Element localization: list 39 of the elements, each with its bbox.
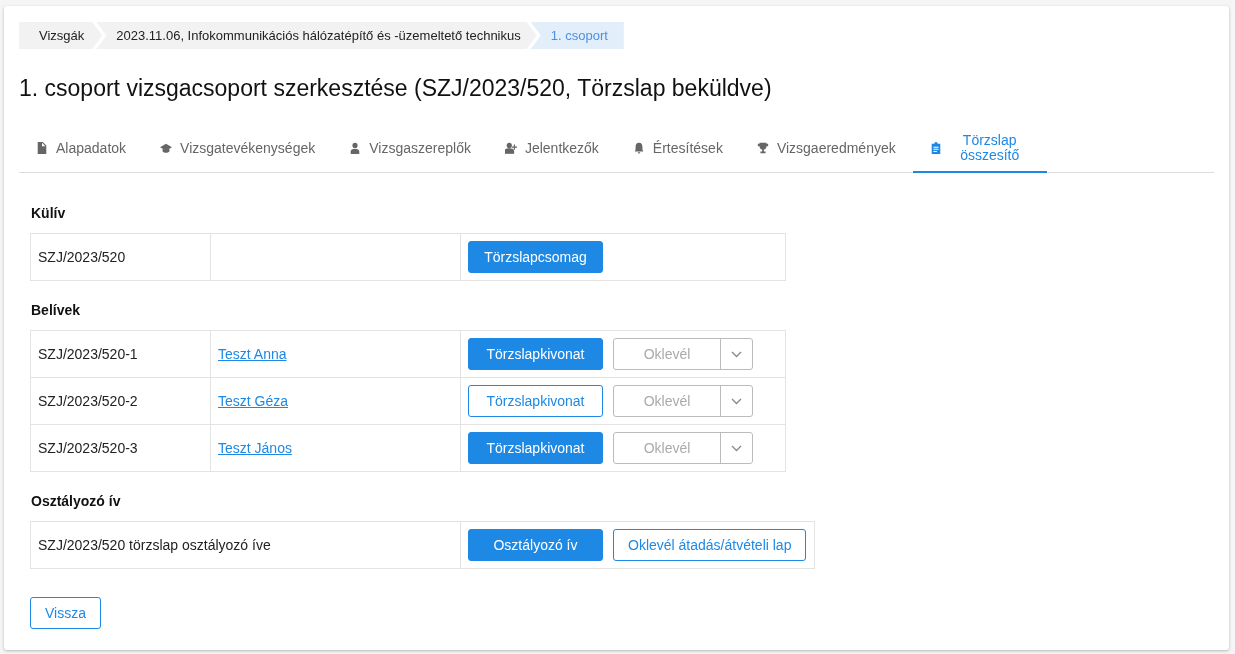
person-add-icon: [504, 142, 517, 154]
table-cell: SZJ/2023/520 törzslap osztályozó íve: [30, 521, 461, 569]
chevron-down-icon: [731, 397, 742, 405]
tab[interactable]: Törzslap összesítő: [912, 125, 1047, 173]
person-link[interactable]: Teszt Géza: [218, 392, 289, 409]
chevron-down-icon: [731, 350, 742, 358]
tab[interactable]: Vizsgaeredmények: [739, 125, 913, 173]
table-cell: SZJ/2023/520-1: [30, 330, 211, 378]
tab[interactable]: Vizsgatevékenységek: [143, 125, 333, 173]
tab[interactable]: Alapadatok: [19, 125, 144, 173]
person-link[interactable]: Teszt Anna: [218, 345, 287, 362]
person-link[interactable]: Teszt János: [218, 439, 292, 456]
tab[interactable]: Jelentkezők: [487, 125, 616, 173]
document-button[interactable]: Törzslapkivonat: [468, 385, 603, 417]
document-button[interactable]: Oklevél átadás/átvételi lap: [613, 529, 807, 561]
chevron-down-icon: [731, 444, 742, 452]
back-button[interactable]: Vissza: [30, 597, 101, 629]
table-cell: SZJ/2023/520: [30, 233, 211, 281]
document-button[interactable]: Osztályozó ív: [468, 529, 603, 561]
bell-icon: [632, 142, 645, 154]
document-button[interactable]: Törzslapcsomag: [468, 241, 603, 273]
document-icon: [36, 142, 48, 154]
section-heading: Külív: [31, 204, 67, 223]
tab[interactable]: Vizsgaszereplők: [332, 125, 488, 173]
graduation-cap-icon: [160, 142, 173, 154]
table-cell: SZJ/2023/520-3: [30, 424, 211, 472]
breadcrumb-item[interactable]: 1. csoport: [530, 22, 624, 49]
tab[interactable]: Értesítések: [615, 125, 740, 173]
section-heading: Belívek: [31, 301, 82, 320]
table-cell: SZJ/2023/520-2: [30, 377, 211, 425]
document-button[interactable]: Törzslapkivonat: [468, 338, 603, 370]
trophy-icon: [756, 142, 769, 154]
section-heading: Osztályozó ív: [31, 492, 122, 511]
person-icon: [349, 142, 362, 154]
breadcrumb-item[interactable]: 2023.11.06, Infokommunikációs hálózatépítő és -üzemeltető technikus: [96, 22, 537, 49]
clipboard-icon: [929, 142, 942, 154]
breadcrumb-item[interactable]: Vizsgák: [19, 22, 103, 49]
page-title: 1. csoport vizsgacsoport szerkesztése (SZJ/2023/520, Törzslap beküldve): [19, 74, 773, 103]
document-button[interactable]: Törzslapkivonat: [468, 432, 603, 464]
